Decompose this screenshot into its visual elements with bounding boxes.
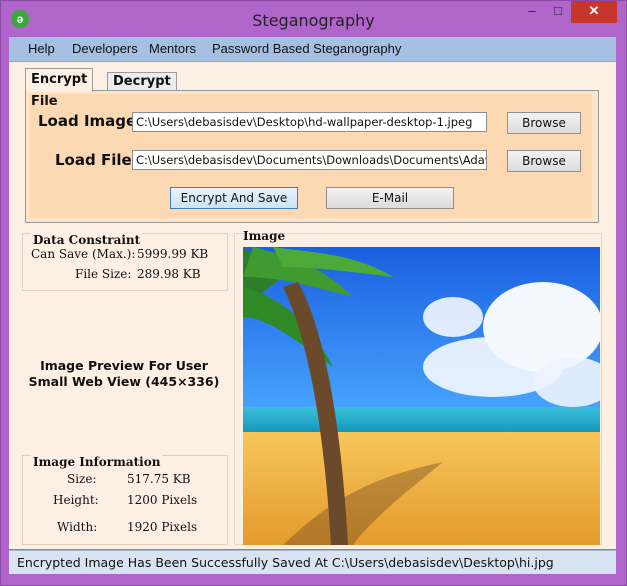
browse-image-button[interactable]: Browse [507, 112, 581, 134]
maximize-button[interactable]: □ [545, 1, 571, 23]
maximize-icon: □ [554, 3, 562, 18]
status-message: Encrypted Image Has Been Successfully Sa… [17, 555, 554, 570]
minimize-icon: – [528, 3, 536, 18]
beach-palm-image [243, 247, 600, 545]
encrypt-panel: Load Image: C:\Users\debasisdev\Desktop\… [25, 90, 599, 223]
tab-decrypt-file[interactable]: Decrypt File [107, 72, 177, 107]
encrypt-panel-inner: Load Image: C:\Users\debasisdev\Desktop\… [30, 94, 592, 218]
load-file-label: Load File: [55, 151, 138, 169]
close-button[interactable]: ✕ [571, 1, 617, 23]
title-bar: ǝ Steganography – □ ✕ [1, 1, 626, 37]
app-window: ǝ Steganography – □ ✕ Help Developers Me… [0, 0, 627, 586]
minimize-button[interactable]: – [519, 1, 545, 23]
close-icon: ✕ [588, 3, 600, 18]
load-file-field[interactable]: C:\Users\debasisdev\Documents\Downloads\… [132, 150, 487, 170]
load-image-label: Load Image: [38, 112, 143, 130]
data-constraint-title: Data Constraint [31, 233, 143, 247]
menu-password-steganography[interactable]: Password Based Steganography [212, 41, 401, 56]
size-label: Size: [67, 472, 97, 486]
menu-bar: Help Developers Mentors Password Based S… [9, 37, 616, 62]
preview-caption-line-1: Image Preview For User [40, 358, 208, 373]
width-label: Width: [57, 520, 98, 534]
email-button[interactable]: E-Mail [326, 187, 454, 209]
file-size-value: 289.98 KB [137, 267, 201, 281]
browse-file-button[interactable]: Browse [507, 150, 581, 172]
status-bar: Encrypted Image Has Been Successfully Sa… [9, 550, 616, 574]
preview-caption-line-2: Small Web View (445×336) [28, 374, 220, 389]
image-preview [243, 247, 600, 545]
height-value: 1200 Pixels [127, 493, 198, 507]
can-save-value: 5999.99 KB [137, 247, 209, 261]
image-information-title: Image Information [31, 455, 163, 469]
encrypt-and-save-button[interactable]: Encrypt And Save [170, 187, 298, 209]
can-save-label: Can Save (Max.): [31, 247, 136, 261]
height-label: Height: [53, 493, 99, 507]
file-size-label: File Size: [75, 267, 132, 281]
load-image-field[interactable]: C:\Users\debasisdev\Desktop\hd-wallpaper… [132, 112, 487, 132]
width-value: 1920 Pixels [127, 520, 198, 534]
tab-encrypt-file[interactable]: Encrypt File [25, 68, 94, 109]
menu-mentors[interactable]: Mentors [149, 41, 196, 56]
menu-developers[interactable]: Developers [72, 41, 138, 56]
menu-help[interactable]: Help [28, 41, 55, 56]
data-constraint-group: Data Constraint Can Save (Max.): 5999.99… [22, 233, 228, 291]
main-content: Encrypt File Decrypt File Load Image: C:… [9, 62, 616, 549]
size-value: 517.75 KB [127, 472, 191, 486]
image-panel-title: Image [243, 229, 286, 243]
image-information-group: Image Information Size: 517.75 KB Height… [22, 455, 228, 545]
